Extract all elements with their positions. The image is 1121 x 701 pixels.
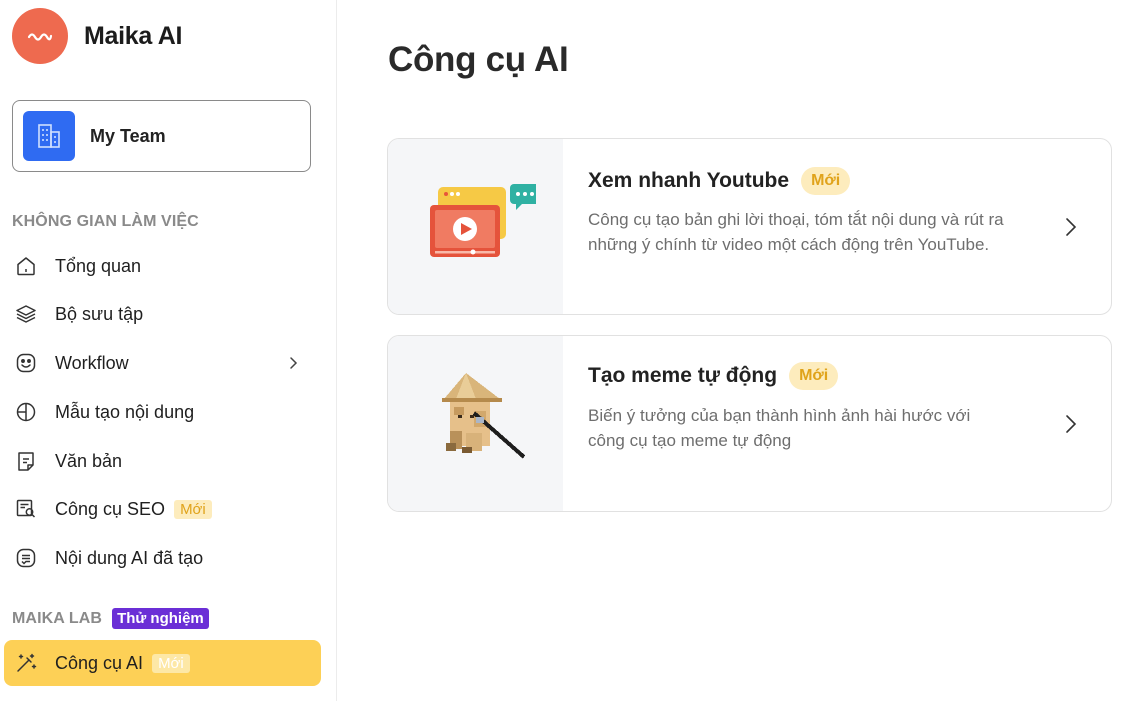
building-icon [23,111,75,161]
ai-content-icon [14,546,38,570]
tool-title-row: Tạo meme tự động Mới [588,362,839,390]
sidebar-item-label: Nội dung AI đã tạo [55,547,204,568]
lab-section-title: MAIKA LAB [12,609,103,627]
new-badge: Mới [801,167,851,195]
youtube-video-illustration-icon [416,179,540,274]
sidebar-item-label: Công cụ SEO [55,498,166,519]
sidebar-item-seo-tools[interactable]: Công cụ SEO Mới [4,486,321,532]
sidebar-item-overview[interactable]: Tổng quan [4,243,321,289]
tool-thumbnail [388,336,563,511]
team-switcher[interactable]: My Team [12,100,311,172]
tool-card-meme-generator[interactable]: Tạo meme tự động Mới Biến ý tưởng của bạ… [387,335,1112,512]
lab-section-label: MAIKA LAB Thử nghiệm [12,608,209,629]
tool-title-row: Xem nhanh Youtube Mới [588,167,851,195]
tool-description: Công cụ tạo bản ghi lời thoại, tóm tắt n… [588,210,1004,254]
grid-circle-icon [14,400,38,424]
new-badge: Mới [152,653,190,673]
tool-title: Tạo meme tự động [588,364,778,387]
sidebar-item-label: Công cụ AI [55,652,144,673]
sidebar-item-label: Văn bản [55,450,123,471]
new-badge: Mới [789,362,839,390]
sidebar-item-label: Tổng quan [55,255,142,276]
new-badge: Mới [174,499,212,519]
sidebar-item-label: Workflow [55,352,129,373]
page-title: Công cụ AI [388,40,569,79]
sidebar-item-label: Bộ sưu tập [55,303,144,324]
sidebar-item-collection[interactable]: Bộ sưu tập [4,291,321,337]
chevron-right-icon [1061,412,1081,441]
tool-description: Biến ý tưởng của bạn thành hình ảnh hài … [588,406,971,450]
chevron-right-icon [1061,215,1081,244]
meme-cat-illustration-icon [416,371,536,476]
tool-thumbnail [388,139,563,314]
seo-search-icon [14,497,38,521]
brand[interactable]: Maika AI [12,8,182,64]
document-icon [14,449,38,473]
sidebar-item-ai-generated-content[interactable]: Nội dung AI đã tạo [4,535,321,581]
team-name: My Team [90,125,166,146]
tool-title: Xem nhanh Youtube [588,169,790,192]
sidebar-item-documents[interactable]: Văn bản [4,438,321,484]
home-icon [14,254,38,278]
sidebar-item-label: Mẫu tạo nội dung [55,401,195,422]
workspace-section-label: KHÔNG GIAN LÀM VIỆC [12,213,199,230]
chevron-right-icon [283,353,303,378]
tool-card-youtube-summary[interactable]: Xem nhanh Youtube Mới Công cụ tạo bản gh… [387,138,1112,315]
sidebar-item-content-templates[interactable]: Mẫu tạo nội dung [4,389,321,435]
sidebar-item-ai-tools[interactable]: Công cụ AI Mới [4,640,321,686]
sidebar: Maika AI My Team KHÔNG GIAN LÀM VIỆC Tổn… [0,0,337,701]
brand-logo-icon [12,8,68,64]
smile-box-icon [14,351,38,375]
layers-icon [14,302,38,326]
magic-wand-icon [14,651,38,675]
experimental-badge: Thử nghiệm [112,608,209,629]
brand-name: Maika AI [84,21,183,50]
sidebar-item-workflow[interactable]: Workflow [4,340,321,386]
